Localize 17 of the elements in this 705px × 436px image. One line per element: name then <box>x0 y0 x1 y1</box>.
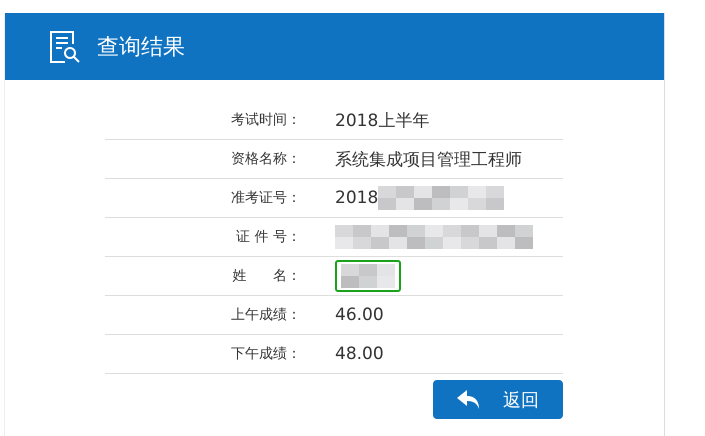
field-value: 46.00 <box>335 305 384 325</box>
field-label: 下午成绩： <box>230 345 301 363</box>
back-button[interactable]: 返回 <box>433 380 563 419</box>
field-label: 资格名称： <box>230 150 301 168</box>
field-label: 证 件 号： <box>235 228 301 246</box>
field-value: 48.00 <box>335 344 384 364</box>
field-value: 2018上半年 <box>335 110 430 132</box>
field-label: 姓 名： <box>231 267 301 285</box>
field-label: 上午成绩： <box>230 306 301 324</box>
field-label: 准考证号： <box>230 189 301 207</box>
page-title: 查询结果 <box>97 34 185 62</box>
field-label: 考试时间： <box>230 111 301 129</box>
field-value: 2018 <box>335 188 378 208</box>
reply-arrow-icon <box>457 390 481 410</box>
field-value: 系统集成项目管理工程师 <box>335 148 522 170</box>
redacted-value <box>341 264 395 288</box>
document-search-icon <box>49 30 81 64</box>
